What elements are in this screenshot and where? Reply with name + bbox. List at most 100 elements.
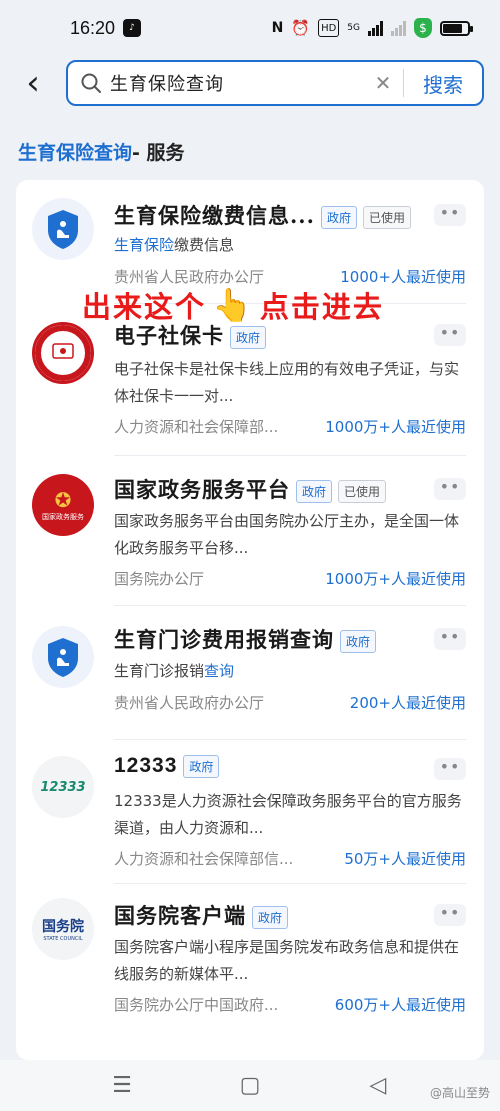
more-button[interactable]: •• — [434, 904, 466, 926]
tag-gov: 政府 — [230, 326, 267, 349]
item-usage: 200+人最近使用 — [349, 694, 466, 712]
annotation-left: 出来这个 — [82, 290, 207, 324]
tag-gov: 政府 — [320, 206, 357, 229]
system-nav-bar: ☰ ▢ ◁ @高山至势 — [0, 1060, 500, 1111]
shield-icon — [48, 210, 78, 249]
item-desc: 生育门诊报销查询 — [114, 658, 466, 685]
list-item[interactable]: 电子社保卡 政府 •• 电子社保卡是社保卡线上应用的有效电子凭证，与实体社保卡一一… — [16, 304, 484, 456]
search-icon — [81, 73, 101, 93]
tag-gov: 政府 — [252, 906, 289, 929]
item-name: 电子社保卡 — [114, 323, 224, 348]
tag-used: 已使用 — [362, 206, 411, 229]
app-logo — [32, 198, 94, 260]
tag-gov: 政府 — [296, 480, 333, 503]
battery-icon — [440, 20, 473, 36]
more-button[interactable]: •• — [434, 324, 466, 346]
search-header: ‹ 生育保险查询 ✕ 搜索 — [0, 58, 500, 108]
item-desc: 12333是人力资源社会保障政务服务平台的官方服务渠道，由人力资源和... — [114, 792, 462, 837]
item-org: 人力资源和社会保障部... — [114, 418, 279, 436]
logo-text: 12333 — [40, 779, 86, 795]
item-usage: 600万+人最近使用 — [334, 996, 466, 1014]
item-name: 生育门诊费用报销查询 — [114, 627, 334, 652]
item-title: 国务院客户端 政府 — [114, 900, 289, 930]
hd-icon: HD — [318, 19, 340, 37]
clear-icon[interactable]: ✕ — [363, 71, 403, 95]
status-icons: N ⏰ HD 5G $ — [271, 18, 473, 38]
section-suffix: - 服务 — [132, 142, 185, 164]
alarm-icon: ⏰ — [291, 19, 311, 37]
shield-icon — [48, 638, 78, 677]
tag-gov: 政府 — [340, 630, 377, 653]
home-icon[interactable]: ▢ — [236, 1073, 264, 1098]
signal-2-icon — [391, 20, 406, 36]
tag-used: 已使用 — [338, 480, 387, 503]
search-input[interactable]: 生育保险查询 ✕ 搜索 — [66, 60, 484, 106]
item-meta: 人力资源和社会保障部信... 50万+人最近使用 — [114, 848, 466, 869]
section-title: 生育保险查询- 服务 — [18, 138, 185, 165]
desc-rest: 缴费信息 — [174, 236, 235, 254]
more-button[interactable]: •• — [434, 478, 466, 500]
status-time: 16:20 — [70, 17, 116, 38]
desc-highlight: 生育保险 — [114, 236, 175, 254]
back-button[interactable]: ‹ — [0, 58, 66, 108]
search-button[interactable]: 搜索 — [404, 69, 482, 98]
app-logo: 12333 — [32, 756, 94, 818]
list-item[interactable]: 12333 12333 政府 •• 12333是人力资源社会保障政务服务平台的官方… — [16, 740, 484, 884]
more-button[interactable]: •• — [434, 628, 466, 650]
tiktok-icon: ♪ — [123, 19, 142, 37]
shield-dollar-icon: $ — [414, 18, 432, 38]
item-usage: 50万+人最近使用 — [344, 850, 466, 868]
item-title: 生育保险缴费信息... 政府 已使用 — [114, 200, 411, 230]
item-title: 12333 政府 — [114, 754, 220, 778]
app-logo — [32, 626, 94, 688]
item-org: 人力资源和社会保障部信... — [114, 850, 294, 868]
annotation-right: 点击进去 — [259, 290, 384, 324]
item-name: 国务院客户端 — [114, 903, 246, 928]
list-item[interactable]: ✪ 国家政务服务 国家政务服务平台 政府 已使用 •• 国家政务服务平台由国务院办公… — [16, 456, 484, 606]
signal-icon — [368, 20, 383, 36]
national-emblem-icon: ✪ — [54, 488, 72, 512]
network-label: 5G — [347, 23, 360, 33]
desc-highlight: 查询 — [204, 662, 235, 680]
app-logo: 国务院 STATE COUNCIL — [32, 898, 94, 960]
back-triangle-icon[interactable]: ◁ — [364, 1073, 392, 1098]
item-name: 生育保险缴费信息... — [114, 203, 315, 228]
desc-rest: 生育门诊报销 — [114, 662, 205, 680]
search-query-text[interactable]: 生育保险查询 — [110, 70, 363, 96]
item-org: 国务院办公厅中国政府... — [114, 996, 279, 1014]
social-security-card-icon — [35, 325, 91, 381]
item-desc: 电子社保卡是社保卡线上应用的有效电子凭证，与实体社保卡一一对... — [114, 360, 460, 405]
item-name: 12333 — [114, 754, 178, 777]
tag-gov: 政府 — [183, 754, 220, 778]
item-usage: 1000万+人最近使用 — [325, 570, 466, 588]
item-org: 贵州省人民政府办公厅 — [114, 694, 265, 712]
annotation-overlay: 出来这个 👆 点击进去 — [82, 284, 384, 326]
list-item[interactable]: 生育门诊费用报销查询 政府 •• 生育门诊报销查询 贵州省人民政府办公厅 200+… — [16, 606, 484, 740]
item-usage: 1000万+人最近使用 — [325, 418, 466, 436]
section-keyword: 生育保险查询 — [18, 142, 133, 164]
logo-text: 国务院 — [42, 919, 84, 935]
item-desc: 国务院客户端小程序是国务院发布政务信息和提供在线服务的新媒体平... — [114, 938, 460, 983]
item-title: 生育门诊费用报销查询 政府 — [114, 624, 377, 654]
item-meta: 国务院办公厅中国政府... 600万+人最近使用 — [114, 994, 466, 1015]
logo-subtext: STATE COUNCIL — [43, 936, 83, 942]
more-button[interactable]: •• — [434, 758, 466, 780]
menu-icon[interactable]: ☰ — [108, 1073, 136, 1098]
item-desc: 国家政务服务平台由国务院办公厅主办，是全国一体化政务服务平台移... — [114, 512, 460, 557]
item-meta: 人力资源和社会保障部... 1000万+人最近使用 — [114, 416, 466, 437]
more-button[interactable]: •• — [434, 204, 466, 226]
item-meta: 国务院办公厅 1000万+人最近使用 — [114, 568, 466, 589]
logo-text: 国家政务服务 — [42, 513, 84, 521]
chevron-left-icon: ‹ — [26, 63, 40, 103]
app-logo: ✪ 国家政务服务 — [32, 474, 94, 536]
status-bar: 16:20 ♪ N ⏰ HD 5G $ — [0, 0, 500, 56]
item-org: 国务院办公厅 — [114, 570, 205, 588]
pointing-hand-icon: 👆 — [212, 286, 254, 324]
item-title: 国家政务服务平台 政府 已使用 — [114, 474, 387, 504]
app-logo — [32, 322, 94, 384]
item-name: 国家政务服务平台 — [114, 477, 290, 502]
list-item[interactable]: 国务院 STATE COUNCIL 国务院客户端 政府 •• 国务院客户端小程序是… — [16, 884, 484, 1034]
item-meta: 贵州省人民政府办公厅 200+人最近使用 — [114, 692, 466, 713]
nfc-icon: N — [271, 20, 284, 36]
item-desc: 生育保险缴费信息 — [114, 232, 466, 259]
